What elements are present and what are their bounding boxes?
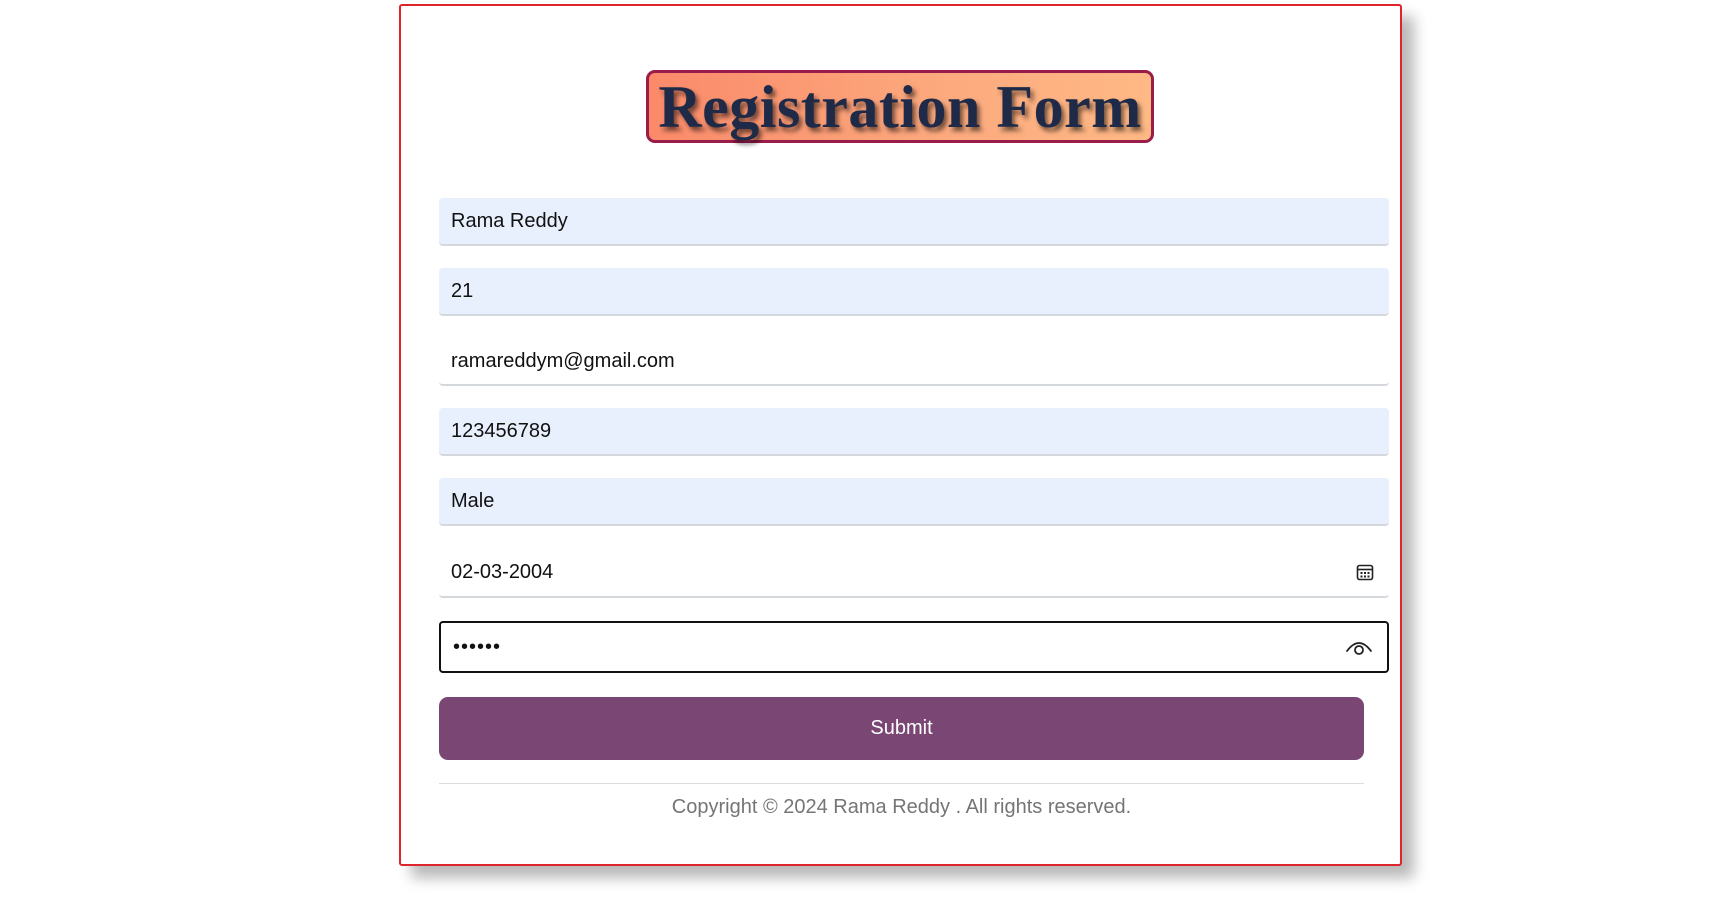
age-input[interactable]: 21 <box>439 268 1389 316</box>
submit-button[interactable]: Submit <box>439 697 1364 760</box>
gender-input[interactable]: Male <box>439 478 1389 526</box>
password-input-value: •••••• <box>453 635 502 658</box>
email-input[interactable]: ramareddym@gmail.com <box>439 338 1389 386</box>
age-input-value: 21 <box>451 279 474 302</box>
password-input[interactable]: •••••• <box>439 621 1389 673</box>
phone-input-value: 123456789 <box>451 419 552 442</box>
email-input-value: ramareddym@gmail.com <box>451 349 675 372</box>
registration-card: Registration Form Rama Reddy 21 ramaredd… <box>399 4 1402 866</box>
gender-input-value: Male <box>451 489 495 512</box>
form-title: Registration Form <box>658 73 1142 140</box>
eye-icon[interactable] <box>1345 637 1373 657</box>
form-title-banner: Registration Form <box>646 70 1154 143</box>
name-input-value: Rama Reddy <box>451 209 568 232</box>
calendar-icon[interactable] <box>1355 562 1375 582</box>
dob-input[interactable]: 02-03-2004 <box>439 548 1389 598</box>
name-input[interactable]: Rama Reddy <box>439 198 1389 246</box>
dob-input-value: 02-03-2004 <box>451 560 554 583</box>
copyright-text: Copyright © 2024 Rama Reddy . All rights… <box>671 796 1132 818</box>
phone-input[interactable]: 123456789 <box>439 408 1389 456</box>
footer-divider <box>439 783 1364 784</box>
